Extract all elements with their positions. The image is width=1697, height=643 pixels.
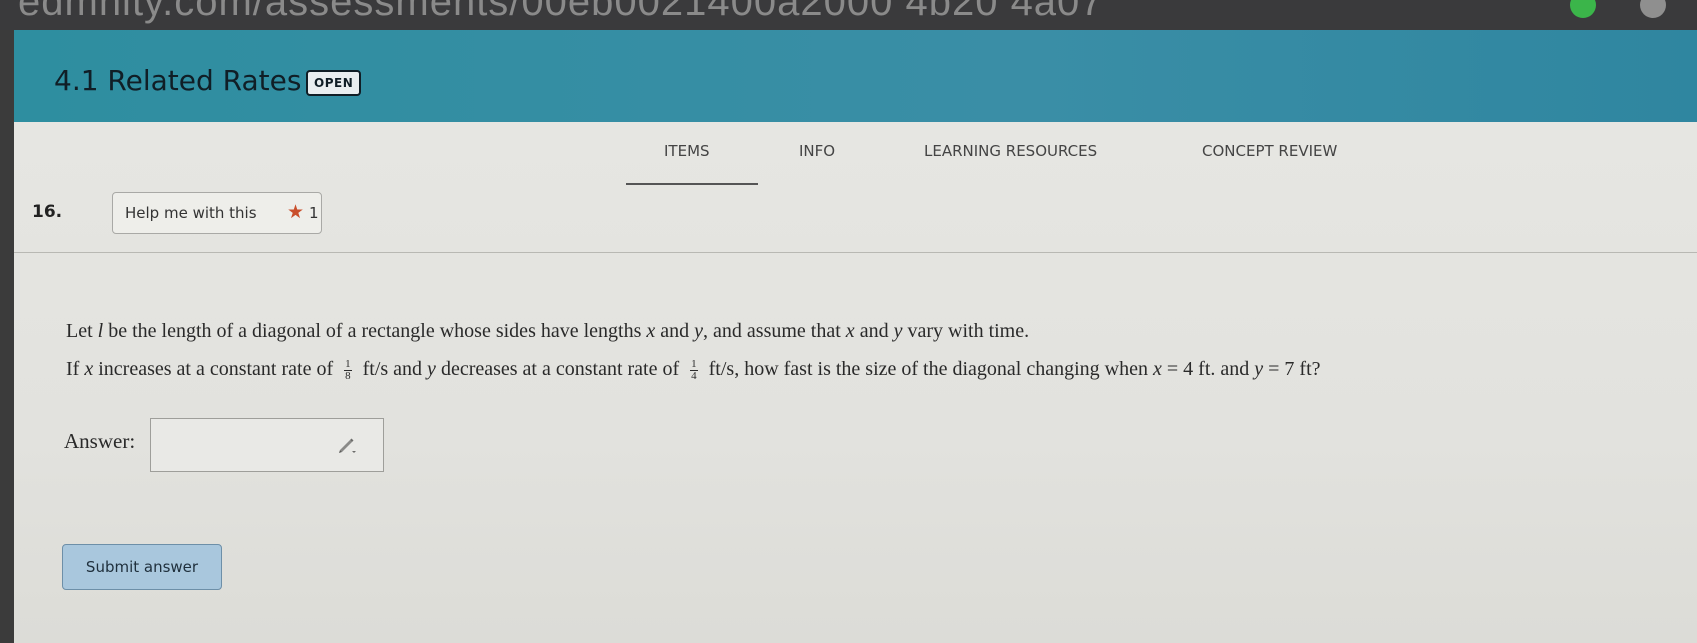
fraction-denominator: 4: [691, 369, 697, 382]
variable-x: x: [1152, 358, 1162, 380]
pencil-icon[interactable]: [336, 434, 358, 456]
help-me-with-this-button[interactable]: Help me with this ★ 1: [112, 192, 322, 234]
text: increases at a constant rate of: [98, 358, 334, 380]
main-content: ITEMS INFO LEARNING RESOURCES CONCEPT RE…: [14, 122, 1697, 643]
fraction-one-eighth: 18: [344, 358, 352, 382]
variable-y: y: [1254, 358, 1264, 380]
text: , and assume that: [703, 320, 841, 342]
answer-label: Answer:: [64, 429, 136, 453]
question-prompt: Let l be the length of a diagonal of a r…: [66, 312, 1697, 388]
browser-profile-icon[interactable]: [1640, 0, 1666, 18]
variable-x: x: [845, 320, 855, 342]
fraction-one-quarter: 14: [690, 358, 698, 382]
help-count: 1: [309, 204, 319, 222]
star-icon: ★: [287, 201, 305, 223]
question-number: 16.: [32, 202, 63, 222]
text: ft/s and: [362, 358, 423, 380]
app-window: edmnity.com/assessments/00eb0021400a2000…: [0, 0, 1697, 643]
text: Let: [66, 320, 93, 342]
variable-y: y: [427, 358, 436, 380]
text: and: [660, 320, 690, 342]
submit-answer-button[interactable]: Submit answer: [62, 544, 222, 590]
window-edge: [0, 30, 14, 643]
text: be the length of a diagonal of a rectang…: [108, 320, 642, 342]
text: If: [66, 358, 80, 380]
text: and: [859, 320, 889, 342]
assignment-header: 4.1 Related Rates OPEN: [14, 30, 1697, 122]
variable-l: l: [97, 320, 104, 342]
browser-extension-icon[interactable]: [1570, 0, 1596, 18]
help-button-label: Help me with this: [125, 204, 257, 222]
text: = 7 ft?: [1268, 358, 1321, 380]
variable-y: y: [694, 320, 704, 342]
text: vary with time.: [907, 320, 1030, 342]
variable-x: x: [84, 358, 94, 380]
browser-toolbar: edmnity.com/assessments/00eb0021400a2000…: [0, 0, 1697, 32]
page-title: 4.1 Related Rates: [54, 64, 302, 97]
text: ft/s, how fast is the size of the diagon…: [708, 358, 1148, 380]
fraction-denominator: 8: [345, 369, 351, 382]
text: = 4 ft. and: [1166, 358, 1250, 380]
variable-x: x: [646, 320, 656, 342]
divider: [14, 252, 1697, 253]
tab-learning-resources[interactable]: LEARNING RESOURCES: [924, 142, 1097, 160]
tab-concept-review[interactable]: CONCEPT REVIEW: [1202, 142, 1337, 160]
text: decreases at a constant rate of: [440, 358, 680, 380]
question-line-1: Let l be the length of a diagonal of a r…: [66, 312, 1697, 350]
active-tab-indicator: [626, 183, 758, 185]
tab-info[interactable]: INFO: [799, 142, 835, 160]
status-badge: OPEN: [306, 70, 362, 96]
variable-y: y: [893, 320, 903, 342]
tab-bar: ITEMS INFO LEARNING RESOURCES CONCEPT RE…: [14, 134, 1697, 185]
tab-items[interactable]: ITEMS: [664, 142, 710, 160]
browser-url[interactable]: edmnity.com/assessments/00eb0021400a2000…: [18, 0, 1104, 25]
question-line-2: If x increases at a constant rate of 18 …: [66, 350, 1697, 388]
